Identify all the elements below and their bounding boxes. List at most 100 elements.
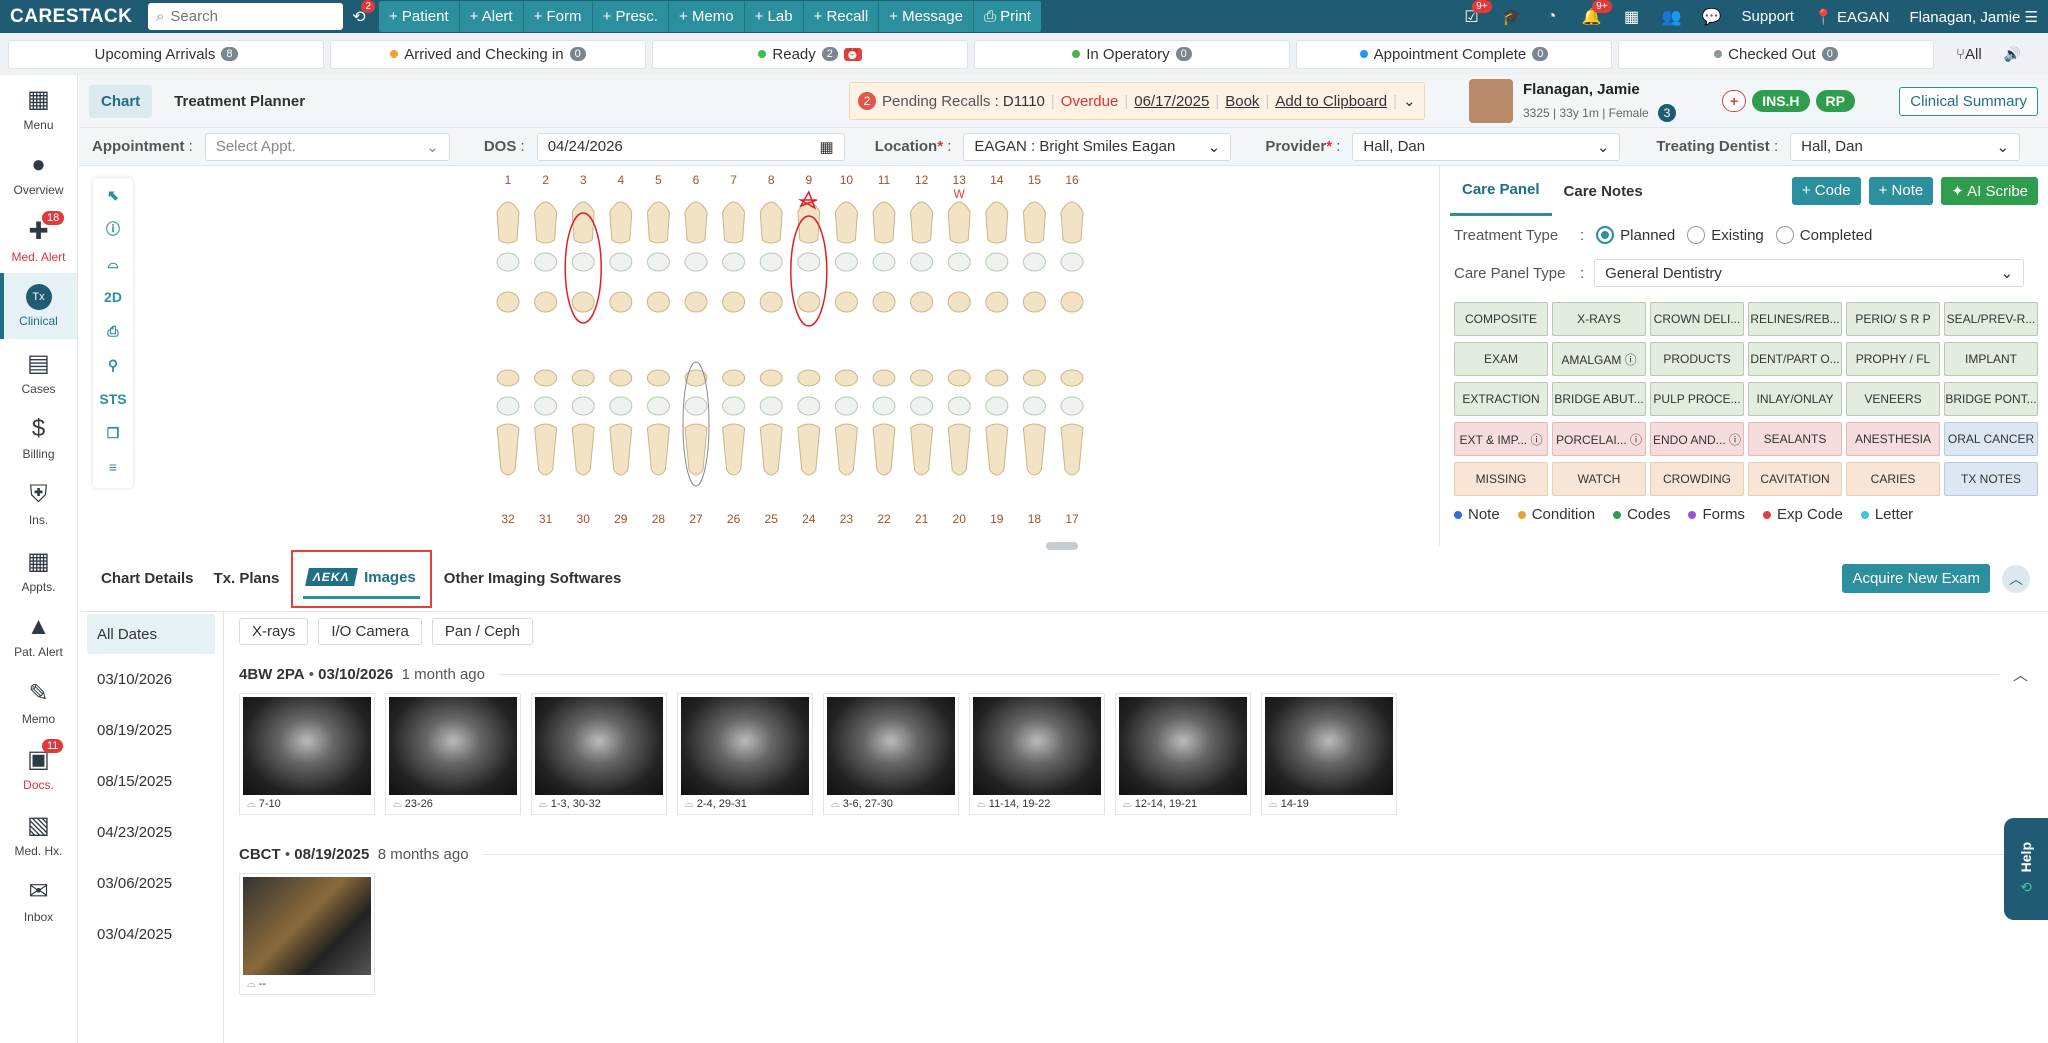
chat-icon[interactable]: 💬 bbox=[1692, 0, 1732, 33]
carestack-logo[interactable]: CARESTACK bbox=[0, 6, 140, 28]
speaker-icon[interactable]: 🔊 bbox=[1994, 46, 2031, 63]
help-button[interactable]: Help ⟲ bbox=[2004, 818, 2048, 920]
code-button[interactable]: EXAM bbox=[1454, 342, 1548, 376]
location-selector[interactable]: 📍 EAGAN bbox=[1804, 8, 1899, 26]
status-tab[interactable]: Upcoming Arrivals 8 bbox=[8, 39, 324, 69]
sidebar-item-docs[interactable]: ▣ Docs. 11 bbox=[0, 735, 77, 801]
search-box[interactable]: ⌕ bbox=[148, 3, 343, 30]
appointment-select[interactable]: Select Appt. ⌄ bbox=[204, 132, 450, 161]
quick-action-button[interactable]: ⎙ Print bbox=[974, 1, 1041, 32]
code-button[interactable]: VENEERS bbox=[1846, 382, 1940, 416]
chevron-down-icon[interactable]: ⌄ bbox=[1403, 92, 1416, 110]
sidebar-item-ins[interactable]: ⛨ Ins. bbox=[0, 471, 77, 537]
code-button[interactable]: SEAL/PREV-R... bbox=[1944, 302, 2038, 336]
teeth-diagram[interactable]: 1 2 3 4 5 6 7 8 9 10 11 12 13 14 15 16W32 31 30 29 28 27 26 25… bbox=[79, 166, 1439, 546]
xray-thumbnail[interactable]: ⌓ 11-14, 19-22 bbox=[969, 693, 1105, 815]
code-button[interactable]: AMALGAM ⓘ bbox=[1552, 342, 1646, 376]
existing-radio[interactable] bbox=[1687, 226, 1706, 244]
code-button[interactable]: EXT & IMP... ⓘ bbox=[1454, 422, 1548, 456]
sidebar-item-billing[interactable]: $ Billing bbox=[0, 405, 77, 471]
patient-card[interactable]: Flanagan, Jamie 3325 | 33y 1m | Female 3… bbox=[1469, 77, 1855, 125]
sidebar-item-inbox[interactable]: ✉ Inbox bbox=[0, 867, 77, 933]
responsible-party-badge[interactable]: RP bbox=[1815, 90, 1855, 112]
image-type-chip[interactable]: X-rays bbox=[239, 618, 309, 645]
exam-group-header[interactable]: 4BW 2PA • 03/10/2026 1 month ago ︿ bbox=[225, 655, 2048, 693]
sidebar-item-cases[interactable]: ▤ Cases bbox=[0, 339, 77, 405]
completed-radio[interactable] bbox=[1775, 226, 1794, 244]
book-link[interactable]: Book bbox=[1225, 93, 1259, 110]
date-filter-item[interactable]: 03/04/2025 bbox=[79, 909, 223, 960]
ai-scribe-button[interactable]: ✦ AI Scribe bbox=[1941, 177, 2038, 205]
sidebar-item-pat-alert[interactable]: ▲ Pat. Alert bbox=[0, 603, 77, 669]
code-button[interactable]: ANESTHESIA bbox=[1846, 422, 1940, 456]
sidebar-item-clinical[interactable]: Tx Clinical bbox=[0, 273, 77, 339]
ready-alarm-icon[interactable]: ⏰ bbox=[843, 47, 862, 61]
sidebar-item-menu[interactable]: ▦ Menu bbox=[0, 75, 77, 141]
code-button[interactable]: ENDO AND... ⓘ bbox=[1650, 422, 1744, 456]
users-icon[interactable]: 👥 bbox=[1652, 0, 1692, 33]
image-type-chip[interactable]: Pan / Ceph bbox=[431, 618, 533, 645]
code-button[interactable]: EXTRACTION bbox=[1454, 382, 1548, 416]
search-input[interactable] bbox=[170, 8, 321, 25]
chevron-up-icon[interactable]: ︿ bbox=[2013, 664, 2028, 685]
tab-treatment-planner[interactable]: Treatment Planner bbox=[162, 85, 317, 118]
education-icon[interactable]: 🎓 bbox=[1492, 0, 1532, 33]
add-code-button[interactable]: + Code bbox=[1791, 177, 1861, 205]
code-button[interactable]: CROWN DELI... bbox=[1650, 302, 1744, 336]
xray-thumbnail[interactable]: ⌓ 14-19 bbox=[1261, 693, 1397, 815]
date-filter-item[interactable]: 03/10/2026 bbox=[79, 654, 223, 705]
user-menu[interactable]: Flanagan, Jamie ☰ bbox=[1899, 8, 2048, 26]
quick-action-button[interactable]: + Patient bbox=[379, 1, 460, 32]
dos-date-field[interactable]: 04/24/2026 ▦ bbox=[536, 132, 845, 161]
filter-all-button[interactable]: ⑂ All bbox=[1944, 46, 1994, 63]
add-note-button[interactable]: + Note bbox=[1868, 177, 1934, 205]
tab-images[interactable]: ΛEKΛ Images bbox=[291, 549, 432, 608]
family-count[interactable]: 3 bbox=[1658, 103, 1677, 122]
code-button[interactable]: SEALANTS bbox=[1748, 422, 1842, 456]
status-tab[interactable]: Arrived and Checking in 0 bbox=[330, 39, 646, 69]
date-filter-item[interactable]: 03/06/2025 bbox=[79, 858, 223, 909]
date-filter-item[interactable]: 08/15/2025 bbox=[79, 756, 223, 807]
speed-icon[interactable]: ◔ bbox=[1532, 0, 1572, 33]
exam-group-header[interactable]: CBCT • 08/19/2025 8 months ago bbox=[225, 835, 2048, 873]
tasks-icon[interactable]: ☑ 9+ bbox=[1452, 0, 1492, 33]
image-type-chip[interactable]: I/O Camera bbox=[318, 618, 422, 645]
xray-thumbnail[interactable]: ⌓ -- bbox=[239, 873, 375, 995]
date-filter-item[interactable]: 04/23/2025 bbox=[79, 807, 223, 858]
code-button[interactable]: PROPHY / FL bbox=[1846, 342, 1940, 376]
status-tab[interactable]: Ready 2 ⏰ bbox=[652, 39, 968, 69]
quick-action-button[interactable]: + Lab bbox=[745, 1, 804, 32]
code-button[interactable]: MISSING bbox=[1454, 462, 1548, 496]
status-tab[interactable]: In Operatory 0 bbox=[974, 39, 1290, 69]
code-button[interactable]: PORCELAI... ⓘ bbox=[1552, 422, 1646, 456]
code-button[interactable]: IMPLANT bbox=[1944, 342, 2038, 376]
history-icon[interactable]: ⟲ 2 bbox=[343, 0, 375, 33]
recall-date[interactable]: 06/17/2025 bbox=[1134, 93, 1209, 110]
xray-thumbnail[interactable]: ⌓ 2-4, 29-31 bbox=[677, 693, 813, 815]
xray-thumbnail[interactable]: ⌓ 3-6, 27-30 bbox=[823, 693, 959, 815]
sidebar-item-overview[interactable]: ● Overview bbox=[0, 141, 77, 207]
status-tab[interactable]: Appointment Complete 0 bbox=[1296, 39, 1612, 69]
tab-care-panel[interactable]: Care Panel bbox=[1450, 166, 1552, 216]
treating-dentist-select[interactable]: Hall, Dan ⌄ bbox=[1790, 132, 2021, 161]
quick-action-button[interactable]: + Alert bbox=[460, 1, 524, 32]
xray-thumbnail[interactable]: ⌓ 12-14, 19-21 bbox=[1115, 693, 1251, 815]
calendar-icon[interactable]: ▦ bbox=[1612, 0, 1652, 33]
sidebar-item-med-hx[interactable]: ▧ Med. Hx. bbox=[0, 801, 77, 867]
provider-select[interactable]: Hall, Dan ⌄ bbox=[1352, 132, 1621, 161]
clinical-summary-button[interactable]: Clinical Summary bbox=[1899, 87, 2038, 116]
planned-radio[interactable] bbox=[1596, 226, 1615, 244]
notification-icon[interactable]: 🔔 9+ bbox=[1572, 0, 1612, 33]
add-to-clipboard-link[interactable]: Add to Clipboard bbox=[1275, 93, 1387, 110]
tab-tx-plans[interactable]: Tx. Plans bbox=[204, 556, 290, 602]
quick-action-button[interactable]: + Recall bbox=[804, 1, 880, 32]
quick-action-button[interactable]: + Message bbox=[879, 1, 974, 32]
code-button[interactable]: TX NOTES bbox=[1944, 462, 2038, 496]
code-button[interactable]: COMPOSITE bbox=[1454, 302, 1548, 336]
code-button[interactable]: BRIDGE ABUT... bbox=[1552, 382, 1646, 416]
quick-action-button[interactable]: + Presc. bbox=[593, 1, 669, 32]
xray-thumbnail[interactable]: ⌓ 23-26 bbox=[385, 693, 521, 815]
location-select[interactable]: EAGAN : Bright Smiles Eagan ⌄ bbox=[963, 132, 1232, 161]
add-alert-button[interactable]: + bbox=[1722, 90, 1747, 112]
tab-care-notes[interactable]: Care Notes bbox=[1552, 166, 1655, 216]
